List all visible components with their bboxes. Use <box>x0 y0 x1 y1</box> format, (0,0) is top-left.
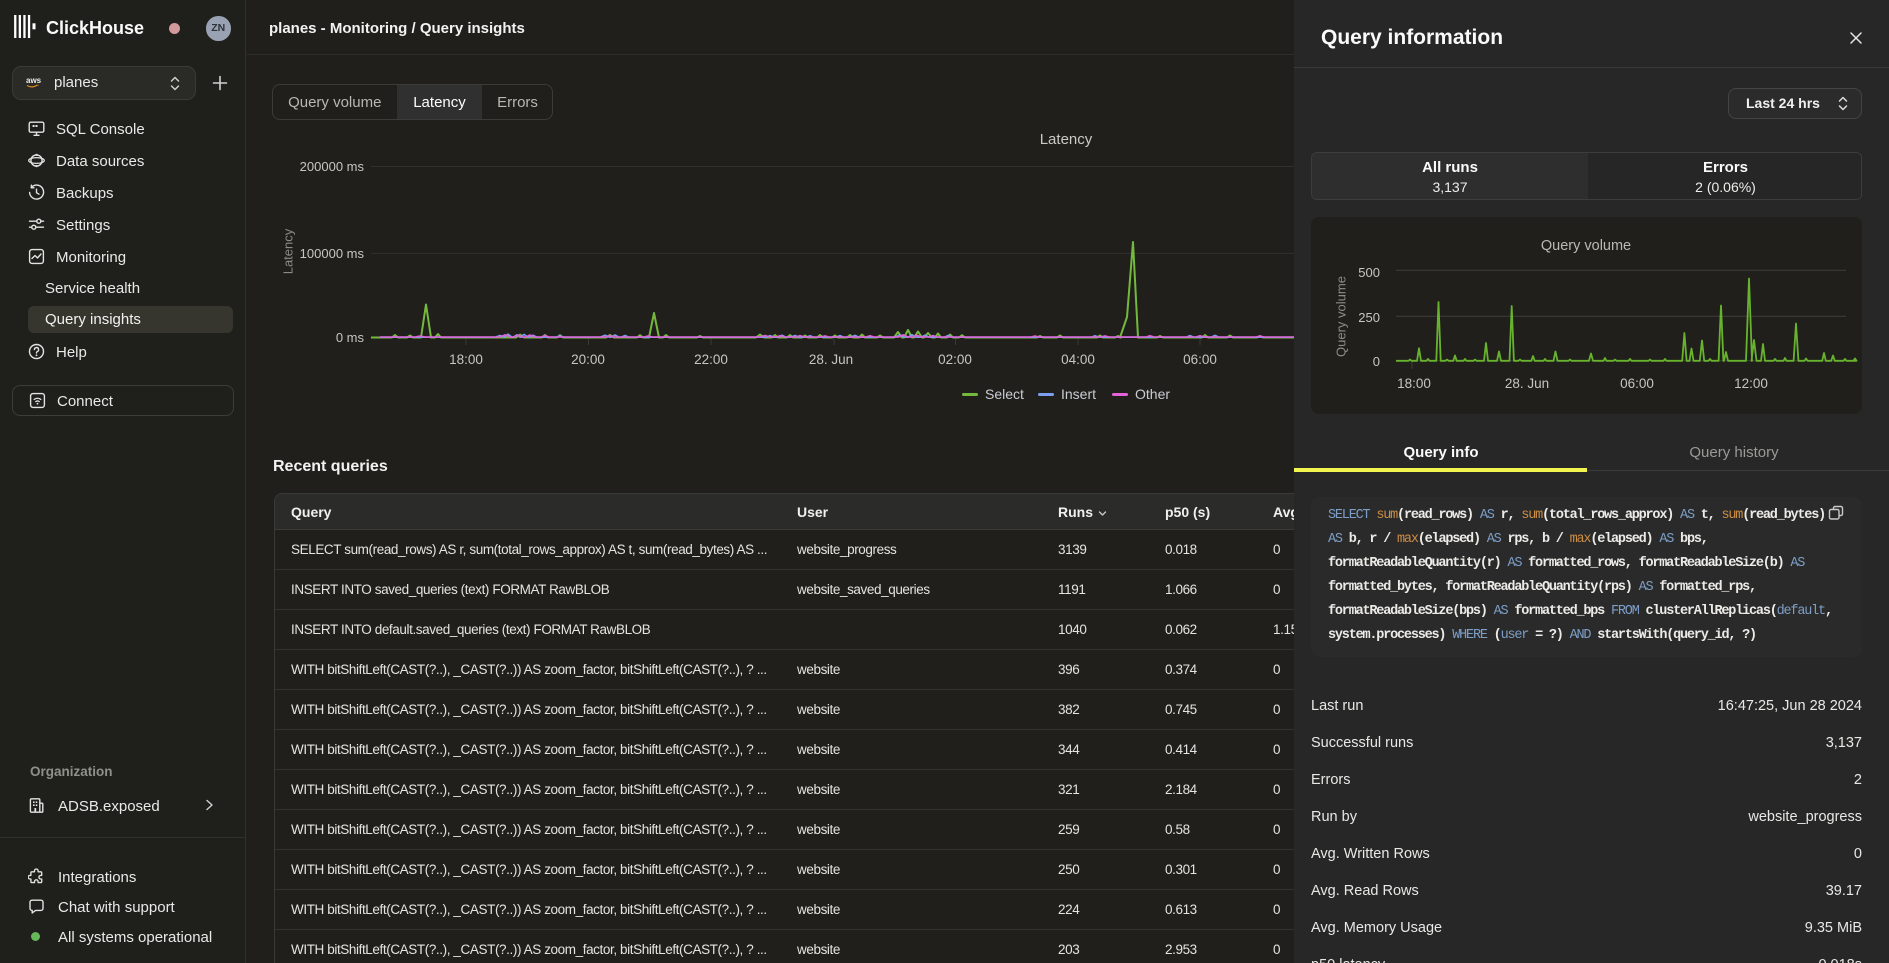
svg-text:aws: aws <box>26 76 41 85</box>
